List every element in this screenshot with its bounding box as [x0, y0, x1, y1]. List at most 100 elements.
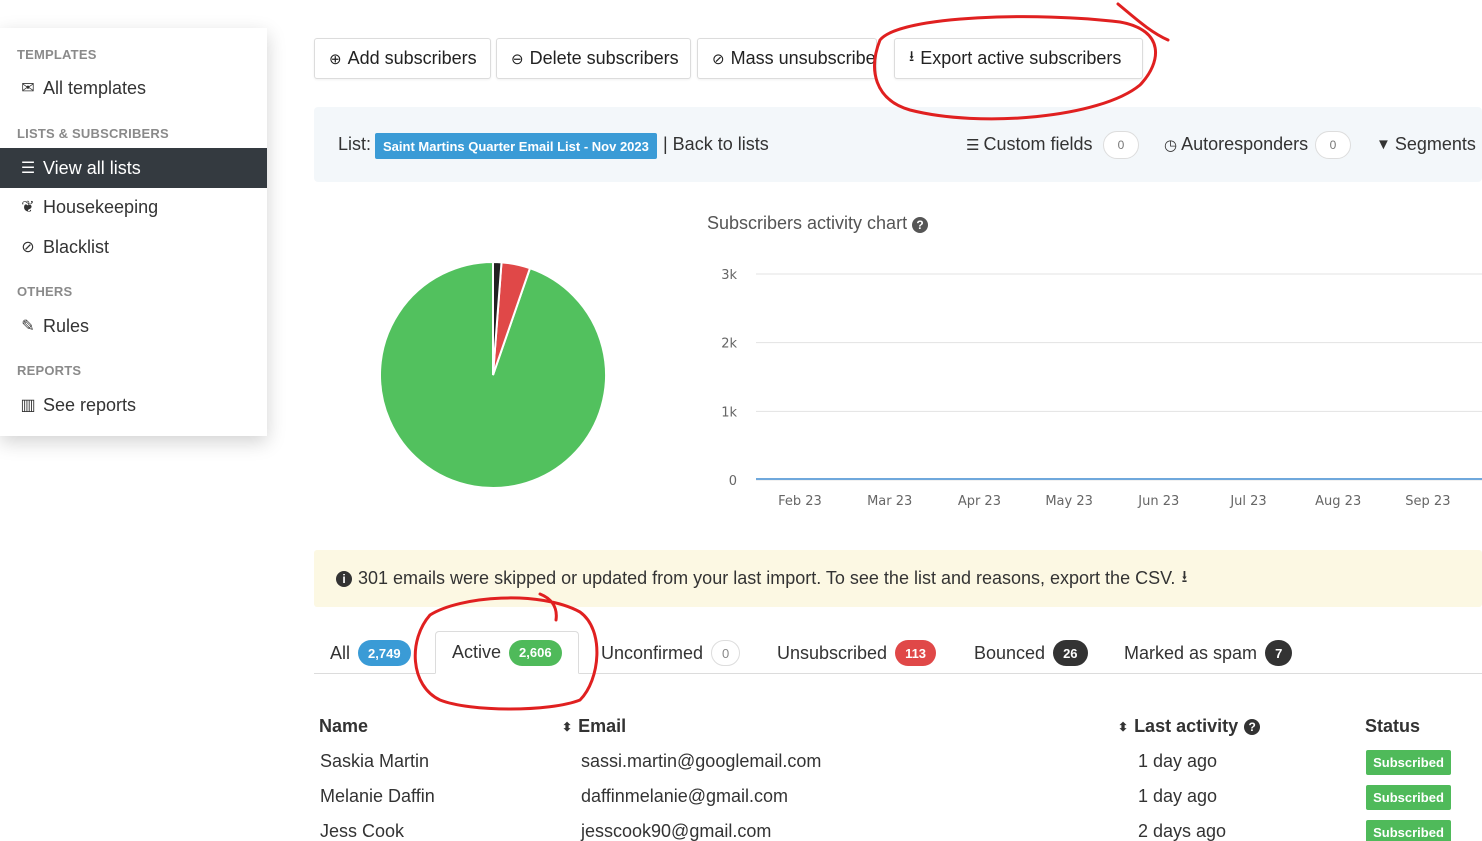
status-badge[interactable]: Subscribed — [1366, 785, 1451, 810]
subscriber-last-activity: 2 days ago — [1138, 821, 1227, 841]
x-tick-label: Apr 23 — [958, 494, 1001, 509]
header-label: Last activity — [1134, 716, 1239, 736]
list-label: List: — [338, 134, 372, 154]
column-header-status: Status — [1365, 716, 1420, 737]
delete-subscribers-button[interactable]: ⊖ Delete subscribers — [496, 38, 691, 79]
subscriber-name[interactable]: Melanie Daffin — [320, 786, 435, 807]
y-tick-label: 0 — [729, 474, 737, 489]
sidebar-heading-templates: TEMPLATES — [17, 47, 97, 62]
add-subscribers-button[interactable]: ⊕ Add subscribers — [314, 38, 491, 79]
tab-count: 7 — [1265, 640, 1293, 666]
add-subscribers-label: Add subscribers — [347, 48, 477, 68]
download-icon[interactable]: ⭳ — [1181, 564, 1187, 593]
autoresponders-count: 0 — [1315, 131, 1351, 159]
plus-circle-icon: ⊕ — [329, 50, 342, 68]
status-badge[interactable]: Subscribed — [1366, 750, 1451, 775]
x-tick-label: May 23 — [1045, 494, 1093, 509]
subscriber-email: sassi.martin@googlemail.com — [581, 751, 822, 771]
y-tick-label: 2k — [721, 337, 737, 352]
sidebar-item-all-templates[interactable]: ✉ All templates — [0, 68, 267, 108]
tab-count: 2,749 — [358, 640, 411, 666]
export-active-subscribers-button[interactable]: ⭳ Export active subscribers — [894, 38, 1143, 79]
header-label: Status — [1365, 716, 1421, 736]
subscriber-name[interactable]: Saskia Martin — [320, 751, 429, 772]
sort-icon: ⬍ — [562, 719, 573, 734]
x-tick-label: Aug 23 — [1315, 494, 1361, 509]
x-tick-label: Feb 23 — [778, 494, 822, 509]
chart-title-text: Subscribers activity chart — [707, 213, 908, 233]
download-icon: ⭳ — [909, 48, 915, 65]
filter-icon: ▼ — [1376, 136, 1391, 153]
x-tick-label: Sep 23 — [1405, 494, 1450, 509]
sidebar-item-see-reports[interactable]: ▥ See reports — [0, 385, 267, 425]
tab-bounced[interactable]: Bounced 26 — [974, 640, 1088, 666]
tab-label: Unconfirmed — [601, 642, 704, 663]
sidebar-item-view-all-lists[interactable]: ☰ View all lists — [0, 148, 267, 188]
tab-count: 113 — [895, 640, 937, 666]
sidebar: TEMPLATES ✉ All templates LISTS & SUBSCR… — [0, 28, 267, 436]
help-icon[interactable]: ? — [1244, 718, 1261, 735]
envelope-icon: ✉ — [21, 80, 35, 97]
tab-marked-as-spam[interactable]: Marked as spam 7 — [1124, 640, 1293, 666]
mass-unsubscribe-button[interactable]: ⊘ Mass unsubscribe — [697, 38, 877, 79]
column-header-last-activity[interactable]: ⬍ Last activity ? — [1118, 716, 1261, 737]
sidebar-item-rules[interactable]: ✎ Rules — [0, 306, 267, 346]
tab-label: Active — [452, 642, 502, 662]
sort-icon: ⬍ — [1118, 719, 1129, 734]
subscriber-email: jesscook90@gmail.com — [581, 821, 772, 841]
sidebar-item-label: All templates — [43, 77, 147, 98]
list-icon: ☰ — [20, 160, 36, 177]
segments-link[interactable]: ▼ Segments — [1376, 134, 1476, 155]
info-icon: i — [336, 570, 352, 587]
autoresponders-link[interactable]: ◷ Autoresponders — [1164, 134, 1308, 155]
subscriber-email: daffinmelanie@gmail.com — [581, 786, 789, 806]
tab-unconfirmed[interactable]: Unconfirmed 0 — [601, 640, 741, 666]
header-label: Email — [578, 716, 627, 736]
sidebar-heading-reports: REPORTS — [17, 363, 82, 378]
tab-count: 26 — [1053, 640, 1088, 666]
subscriber-last-activity: 1 day ago — [1138, 751, 1218, 771]
status-badge[interactable]: Subscribed — [1366, 820, 1451, 841]
tab-label: All — [330, 642, 351, 663]
header-label: Name — [319, 716, 369, 736]
list-icon: ☰ — [966, 136, 980, 154]
tab-label: Marked as spam — [1124, 642, 1258, 663]
sidebar-item-label: Housekeeping — [43, 196, 159, 217]
mass-unsubscribe-label: Mass unsubscribe — [730, 48, 876, 68]
x-tick-label: Jul 23 — [1229, 494, 1266, 509]
custom-fields-link[interactable]: ☰ Custom fields — [966, 134, 1093, 155]
bar-chart-icon: ▥ — [20, 397, 36, 414]
segments-label: Segments — [1394, 134, 1476, 154]
column-header-email[interactable]: ⬍ Email — [562, 716, 626, 737]
tab-label: Unsubscribed — [777, 642, 888, 663]
sidebar-item-housekeeping[interactable]: ❦ Housekeeping — [0, 187, 267, 227]
ban-icon: ⊘ — [21, 239, 35, 256]
tab-unsubscribed[interactable]: Unsubscribed 113 — [777, 640, 937, 666]
back-to-lists-link[interactable]: | Back to lists — [663, 134, 769, 155]
clock-icon: ◷ — [1164, 136, 1178, 154]
delete-subscribers-label: Delete subscribers — [529, 48, 679, 68]
tab-active[interactable]: Active 2,606 — [435, 631, 579, 674]
activity-line-chart: 3k 2k 1k 0 Feb 23 Mar 23 Apr 23 May 23 Jun 23 Jul… — [721, 268, 1482, 509]
subscriber-last-activity: 1 day ago — [1138, 786, 1218, 806]
sidebar-heading-others: OTHERS — [17, 284, 73, 299]
sidebar-item-label: Blacklist — [43, 236, 110, 257]
sidebar-item-blacklist[interactable]: ⊘ Blacklist — [0, 227, 267, 267]
subscribers-pie-chart — [379, 260, 607, 489]
magic-wand-icon: ✎ — [21, 318, 35, 335]
y-tick-label: 1k — [721, 405, 737, 420]
column-header-name[interactable]: Name — [319, 716, 368, 737]
list-name-badge: Saint Martins Quarter Email List - Nov 2… — [375, 133, 657, 159]
sidebar-item-label: See reports — [43, 394, 137, 415]
chart-title: Subscribers activity chart ? — [707, 213, 929, 234]
y-tick-label: 3k — [721, 268, 737, 283]
custom-fields-count: 0 — [1103, 131, 1139, 159]
tab-all[interactable]: All 2,749 — [330, 640, 411, 666]
tab-label: Bounced — [974, 642, 1046, 663]
sidebar-heading-lists: LISTS & SUBSCRIBERS — [17, 126, 169, 141]
autoresponders-label: Autoresponders — [1181, 134, 1309, 154]
subscriber-name[interactable]: Jess Cook — [320, 821, 404, 841]
notice-text: 301 emails were skipped or updated from … — [358, 568, 1176, 588]
help-icon[interactable]: ? — [912, 217, 929, 233]
tab-count: 0 — [711, 640, 741, 666]
